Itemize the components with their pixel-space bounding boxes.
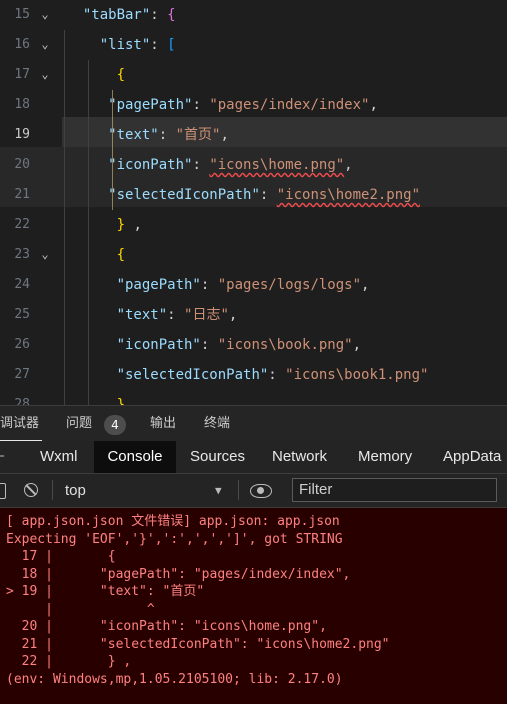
- tab-wxml[interactable]: Wxml: [40, 441, 78, 473]
- line-number: 17: [14, 67, 30, 82]
- console-line: 20 | "iconPath": "icons\home.png",: [6, 619, 327, 634]
- line-number: 16: [14, 37, 30, 52]
- line-number: 15: [14, 7, 30, 22]
- fold-chevron-icon[interactable]: ⌄: [38, 67, 52, 81]
- chevron-down-icon[interactable]: ▼: [215, 474, 222, 507]
- fold-chevron-icon[interactable]: ⌄: [38, 7, 52, 21]
- code-text: {: [116, 67, 126, 83]
- console-line: (env: Windows,mp,1.05.2105100; lib: 2.17…: [6, 671, 343, 687]
- code-line[interactable]: 25 "text": "日志",: [0, 300, 507, 330]
- code-text: "text": "日志",: [116, 307, 238, 323]
- tab-terminal[interactable]: 终端: [204, 406, 230, 442]
- code-line[interactable]: 19 "text": "首页",: [0, 120, 507, 150]
- console-line: | ^: [6, 601, 155, 617]
- line-number: 19: [14, 127, 30, 142]
- console-toolbar: top ▼ Filter: [0, 474, 507, 508]
- separator: [52, 480, 53, 500]
- code-text: "list": [: [99, 37, 176, 53]
- code-line[interactable]: 28 }: [0, 390, 507, 405]
- code-text: } ,: [116, 217, 142, 233]
- line-number: 23: [14, 247, 30, 262]
- code-line[interactable]: 20 "iconPath": "icons\home.png",: [0, 150, 507, 180]
- console-line: 22 | } ,: [6, 654, 132, 669]
- sidebar-toggle-icon[interactable]: [0, 483, 6, 499]
- elements-icon[interactable]: ⌐: [0, 441, 6, 473]
- code-text: }: [116, 397, 126, 405]
- code-line[interactable]: 16 ⌄ "list": [: [0, 30, 507, 60]
- console-line: 17 | {: [6, 549, 116, 564]
- line-number: 18: [14, 97, 30, 112]
- console-line: > 19 | "text": "首页": [6, 584, 205, 599]
- code-line[interactable]: 21 "selectedIconPath": "icons\home2.png": [0, 180, 507, 210]
- code-text: "pagePath": "pages/logs/logs",: [116, 277, 370, 293]
- code-line[interactable]: 27 "selectedIconPath": "icons\book1.png": [0, 360, 507, 390]
- console-line: 18 | "pagePath": "pages/index/index",: [6, 566, 351, 582]
- tab-debugger[interactable]: 调试器: [0, 406, 39, 442]
- line-number: 27: [14, 367, 30, 382]
- code-line[interactable]: 22 } ,: [0, 210, 507, 240]
- console-line: Expecting 'EOF','}',':',',',']', got STR…: [6, 531, 343, 547]
- line-number: 28: [14, 397, 30, 405]
- filter-input[interactable]: Filter: [292, 478, 497, 502]
- tab-appdata[interactable]: AppData: [443, 441, 501, 473]
- fold-chevron-icon[interactable]: ⌄: [38, 247, 52, 261]
- code-editor[interactable]: 15 ⌄ "tabBar": { 16 ⌄ "list": [ 17 ⌄ {18 "pag…: [0, 0, 507, 405]
- code-text: {: [116, 247, 126, 263]
- line-number: 20: [14, 157, 30, 172]
- code-text: "selectedIconPath": "icons\book1.png": [116, 367, 429, 383]
- line-number: 24: [14, 277, 30, 292]
- code-line[interactable]: 24 "pagePath": "pages/logs/logs",: [0, 270, 507, 300]
- console-output: [ app.json.json 文件错误] app.json: app.json…: [0, 508, 507, 704]
- code-line[interactable]: 18 "pagePath": "pages/index/index",: [0, 90, 507, 120]
- code-line[interactable]: 23 ⌄ {: [0, 240, 507, 270]
- tab-network[interactable]: Network: [272, 441, 327, 473]
- tab-console[interactable]: Console: [94, 441, 176, 473]
- eye-icon[interactable]: [250, 484, 272, 498]
- console-line: [ app.json.json 文件错误] app.json: app.json: [6, 514, 340, 529]
- code-text: "text": "首页",: [108, 127, 229, 143]
- code-line[interactable]: 26 "iconPath": "icons\book.png",: [0, 330, 507, 360]
- code-text: "selectedIconPath": "icons\home2.png": [108, 187, 421, 203]
- code-text: "tabBar": {: [82, 7, 176, 23]
- context-select[interactable]: top: [65, 474, 86, 507]
- separator: [238, 480, 239, 500]
- code-line[interactable]: 15 ⌄ "tabBar": {: [0, 0, 507, 30]
- line-number: 21: [14, 187, 30, 202]
- panel-tab-bar: 调试器 问题 4 输出 终端: [0, 405, 507, 442]
- clear-console-icon[interactable]: [24, 483, 38, 497]
- tab-output[interactable]: 输出: [150, 406, 176, 442]
- tab-memory[interactable]: Memory: [358, 441, 412, 473]
- code-line[interactable]: 17 ⌄ {: [0, 60, 507, 90]
- code-text: "iconPath": "icons\home.png",: [108, 157, 353, 173]
- tab-sources[interactable]: Sources: [190, 441, 245, 473]
- devtools-tab-bar: ⌐ Wxml Console Sources Network Memory Ap…: [0, 441, 507, 474]
- tab-problems[interactable]: 问题: [66, 406, 92, 442]
- line-number: 25: [14, 307, 30, 322]
- fold-chevron-icon[interactable]: ⌄: [38, 37, 52, 51]
- console-line: 21 | "selectedIconPath": "icons\home2.pn…: [6, 636, 390, 652]
- code-text: "pagePath": "pages/index/index",: [108, 97, 378, 113]
- line-number: 26: [14, 337, 30, 352]
- problems-count-badge: 4: [104, 415, 126, 435]
- code-text: "iconPath": "icons\book.png",: [116, 337, 362, 353]
- line-number: 22: [14, 217, 30, 232]
